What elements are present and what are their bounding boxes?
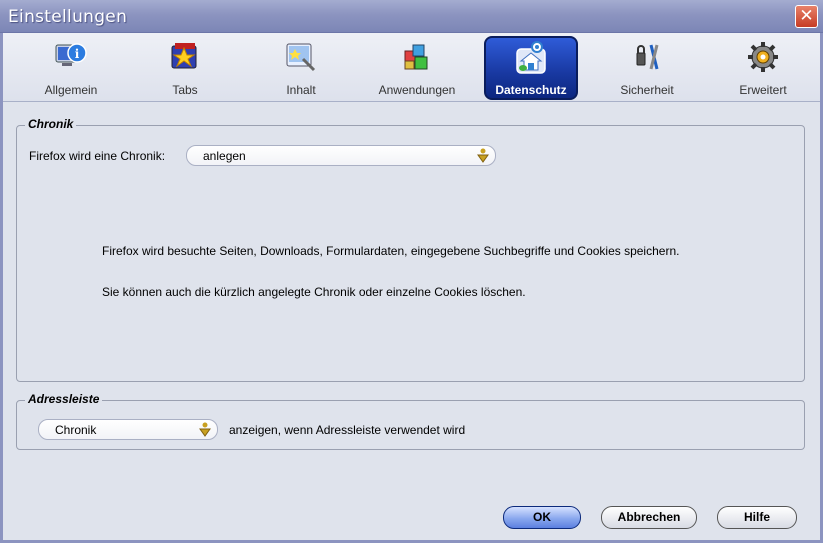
tab-anwendungen[interactable]: Anwendungen [371,36,463,100]
tab-tabs[interactable]: Tabs [149,36,221,100]
history-mode-dropdown[interactable]: anlegen [186,145,496,166]
help-button[interactable]: Hilfe [717,506,797,529]
tab-label: Tabs [172,83,198,97]
tab-erweitert[interactable]: Erweitert [727,36,799,100]
tab-label: Allgemein [44,83,98,97]
advanced-icon [748,42,778,72]
tab-datenschutz[interactable]: Datenschutz [484,36,578,100]
history-info-text: Firefox wird besuchte Seiten, Downloads,… [102,244,680,258]
history-mode-value: anlegen [203,149,246,163]
tab-inhalt[interactable]: Inhalt [265,36,337,100]
tab-label: Anwendungen [378,83,456,97]
tab-label: Inhalt [286,83,316,97]
security-icon [636,44,659,70]
title-bar: Einstellungen ✕ [0,0,823,33]
close-button[interactable]: ✕ [795,5,818,28]
addressbar-group-title: Adressleiste [25,392,103,406]
info-icon: i [55,43,87,66]
tab-sicherheit[interactable]: Sicherheit [609,36,685,100]
history-group-title: Chronik [25,117,77,131]
dropdown-arrow-icon [477,148,489,163]
content-icon [286,43,316,72]
history-mode-label: Firefox wird eine Chronik: [29,149,166,163]
tab-label: Erweitert [739,83,787,97]
applications-icon [404,44,428,70]
close-icon: ✕ [799,6,814,26]
tab-allgemein[interactable]: i Allgemein [33,36,109,100]
dropdown-arrow-icon [199,422,211,437]
tab-label: Sicherheit [620,83,674,97]
window-frame-left [0,33,3,543]
tabs-icon [171,43,197,69]
cancel-button[interactable]: Abbrechen [601,506,697,529]
addressbar-suggest-value: Chronik [55,423,97,437]
svg-text:i: i [75,47,80,61]
window-title: Einstellungen [8,7,128,27]
tab-label: Datenschutz [495,83,567,97]
preferences-toolbar: i Allgemein Tabs Inhalt Anwendungen Date… [3,33,820,102]
addressbar-suggest-suffix: anzeigen, wenn Adressleiste verwendet wi… [229,423,466,437]
ok-button[interactable]: OK [503,506,581,529]
privacy-icon [516,41,546,74]
history-clear-text: Sie können auch die kürzlich angelegte C… [102,285,526,299]
addressbar-suggest-dropdown[interactable]: Chronik [38,419,218,440]
